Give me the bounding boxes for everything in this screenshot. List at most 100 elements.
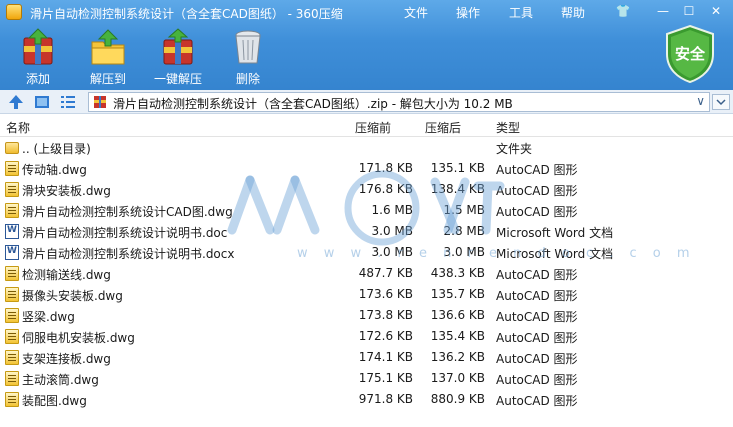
up-arrow-icon[interactable] <box>8 94 24 110</box>
file-name: 检测输送线.dwg <box>22 268 111 282</box>
list-view-icon[interactable] <box>60 95 76 109</box>
delete-label: 删除 <box>235 72 260 86</box>
word-document-icon <box>5 245 19 260</box>
compressed-size: 880.9 KB <box>430 392 485 406</box>
file-type: AutoCAD 图形 <box>496 331 578 345</box>
packed-size: 971.8 KB <box>358 392 413 406</box>
table-row[interactable]: 支架连接板.dwg 174.1 KB 136.2 KB AutoCAD 图形 <box>0 347 733 368</box>
file-name: 竖梁.dwg <box>22 310 75 324</box>
extract-to-button[interactable]: 解压到 <box>73 28 143 87</box>
delete-button[interactable]: 删除 <box>213 28 283 87</box>
one-click-extract-button[interactable]: 一键解压 <box>143 28 213 87</box>
file-type: AutoCAD 图形 <box>496 373 578 387</box>
menu-operations[interactable]: 操作 <box>456 4 480 21</box>
archive-path: 滑片自动检测控制系统设计（含全套CAD图纸）.zip - 解包大小为 10.2 … <box>113 97 513 111</box>
column-compressed-size[interactable]: 压缩后 <box>425 119 461 136</box>
file-type: Microsoft Word 文档 <box>496 226 614 240</box>
compressed-size: 136.6 KB <box>430 308 485 322</box>
packed-size: 3.0 MB <box>371 224 413 238</box>
file-name: 滑片自动检测控制系统设计CAD图.dwg <box>22 205 233 219</box>
file-name: 滑片自动检测控制系统设计说明书.doc <box>22 226 228 240</box>
file-name: 传动轴.dwg <box>22 163 87 177</box>
address-dropdown-button[interactable] <box>712 94 730 110</box>
column-type[interactable]: 类型 <box>496 119 520 136</box>
file-type: AutoCAD 图形 <box>496 289 578 303</box>
menu-help[interactable]: 帮助 <box>561 4 585 21</box>
address-field[interactable]: 滑片自动检测控制系统设计（含全套CAD图纸）.zip - 解包大小为 10.2 … <box>88 92 710 112</box>
packed-size: 172.6 KB <box>358 329 413 343</box>
chevron-down-icon[interactable]: ∨ <box>696 94 705 108</box>
file-type: AutoCAD 图形 <box>496 184 578 198</box>
dwg-file-icon <box>5 350 19 365</box>
table-row[interactable]: 滑块安装板.dwg 176.8 KB 138.4 KB AutoCAD 图形 <box>0 179 733 200</box>
dwg-file-icon <box>5 371 19 386</box>
add-archive-icon <box>20 28 56 66</box>
add-button[interactable]: 添加 <box>3 28 73 87</box>
zip-archive-icon <box>93 95 107 109</box>
table-row[interactable]: 竖梁.dwg 173.8 KB 136.6 KB AutoCAD 图形 <box>0 305 733 326</box>
trash-icon <box>230 28 266 66</box>
file-name: 滑片自动检测控制系统设计说明书.docx <box>22 247 235 261</box>
table-row[interactable]: 传动轴.dwg 171.8 KB 135.1 KB AutoCAD 图形 <box>0 158 733 179</box>
thumbnail-view-icon[interactable] <box>34 95 50 109</box>
title-toolbar-area: 滑片自动检测控制系统设计（含全套CAD图纸） - 360压缩 文件 操作 工具 … <box>0 0 733 90</box>
compressed-size: 2.8 MB <box>443 224 485 238</box>
file-type: AutoCAD 图形 <box>496 352 578 366</box>
skin-icon[interactable]: 👕 <box>612 2 634 20</box>
dwg-file-icon <box>5 392 19 407</box>
compressed-size: 136.2 KB <box>430 350 485 364</box>
file-list: .. (上级目录) 文件夹 传动轴.dwg 171.8 KB 135.1 KB … <box>0 137 733 410</box>
extract-to-label: 解压到 <box>89 72 126 86</box>
one-click-extract-label: 一键解压 <box>153 72 202 86</box>
file-name: 装配图.dwg <box>22 394 87 408</box>
packed-size: 174.1 KB <box>358 350 413 364</box>
table-row[interactable]: 摄像头安装板.dwg 173.6 KB 135.7 KB AutoCAD 图形 <box>0 284 733 305</box>
file-type: AutoCAD 图形 <box>496 310 578 324</box>
column-name[interactable]: 名称 <box>6 119 30 136</box>
compressed-size: 137.0 KB <box>430 371 485 385</box>
close-button[interactable]: ✕ <box>705 2 727 20</box>
parent-directory-row[interactable]: .. (上级目录) 文件夹 <box>0 137 733 158</box>
dwg-file-icon <box>5 329 19 344</box>
table-row[interactable]: 主动滚筒.dwg 175.1 KB 137.0 KB AutoCAD 图形 <box>0 368 733 389</box>
dwg-file-icon <box>5 203 19 218</box>
compressed-size: 135.4 KB <box>430 329 485 343</box>
app-icon <box>6 4 22 20</box>
table-row[interactable]: 滑片自动检测控制系统设计说明书.doc 3.0 MB 2.8 MB Micros… <box>0 221 733 242</box>
compressed-size: 135.1 KB <box>430 161 485 175</box>
table-row[interactable]: 装配图.dwg 971.8 KB 880.9 KB AutoCAD 图形 <box>0 389 733 410</box>
compressed-size: 135.7 KB <box>430 287 485 301</box>
compressed-size: 138.4 KB <box>430 182 485 196</box>
table-row[interactable]: 伺服电机安装板.dwg 172.6 KB 135.4 KB AutoCAD 图形 <box>0 326 733 347</box>
file-type: AutoCAD 图形 <box>496 394 578 408</box>
file-name: 滑块安装板.dwg <box>22 184 111 198</box>
table-row[interactable]: 滑片自动检测控制系统设计CAD图.dwg 1.6 MB 1.5 MB AutoC… <box>0 200 733 221</box>
address-bar-row: 滑片自动检测控制系统设计（含全套CAD图纸）.zip - 解包大小为 10.2 … <box>0 90 733 114</box>
one-click-extract-icon <box>160 28 196 66</box>
file-name: 主动滚筒.dwg <box>22 373 99 387</box>
dwg-file-icon <box>5 266 19 281</box>
minimize-button[interactable]: — <box>652 2 674 20</box>
file-type: AutoCAD 图形 <box>496 163 578 177</box>
watermark-url: w w w . r e n r e n d o c . c o m <box>297 246 696 261</box>
add-label: 添加 <box>25 72 50 86</box>
window-title: 滑片自动检测控制系统设计（含全套CAD图纸） - 360压缩 <box>30 7 343 21</box>
maximize-button[interactable]: ☐ <box>678 2 700 20</box>
file-name: 伺服电机安装板.dwg <box>22 331 135 345</box>
dwg-file-icon <box>5 287 19 302</box>
packed-size: 487.7 KB <box>358 266 413 280</box>
packed-size: 171.8 KB <box>358 161 413 175</box>
column-packed-size[interactable]: 压缩前 <box>355 119 391 136</box>
security-shield-badge[interactable]: 安全 <box>664 24 716 84</box>
file-type: AutoCAD 图形 <box>496 268 578 282</box>
dwg-file-icon <box>5 308 19 323</box>
folder-icon <box>5 142 19 154</box>
menu-file[interactable]: 文件 <box>404 4 428 21</box>
file-type: AutoCAD 图形 <box>496 205 578 219</box>
word-document-icon <box>5 224 19 239</box>
menu-tools[interactable]: 工具 <box>509 4 533 21</box>
table-row[interactable]: 检测输送线.dwg 487.7 KB 438.3 KB AutoCAD 图形 <box>0 263 733 284</box>
packed-size: 173.6 KB <box>358 287 413 301</box>
security-badge-text: 安全 <box>675 45 706 63</box>
dwg-file-icon <box>5 182 19 197</box>
